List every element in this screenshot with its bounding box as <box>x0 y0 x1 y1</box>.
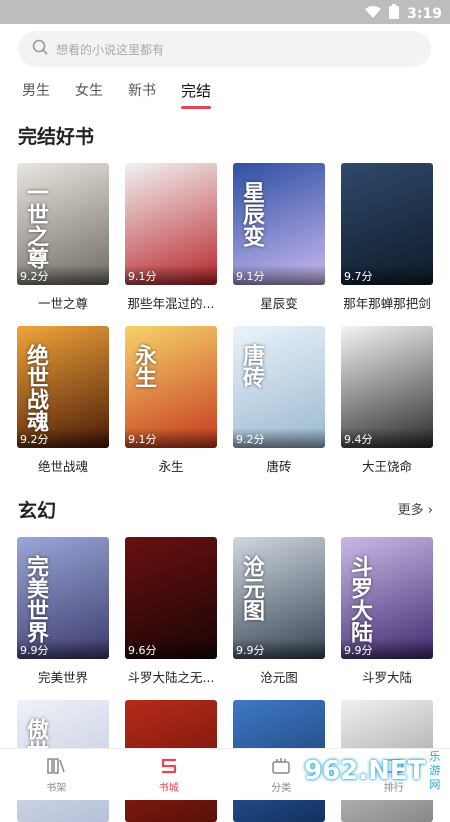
cover-title: 星辰变 <box>239 181 263 247</box>
cover-title: 沧元图 <box>239 555 263 621</box>
book-score: 9.1分 <box>125 265 217 285</box>
book-title: 绝世战魂 <box>17 456 109 475</box>
book-score: 9.2分 <box>233 428 325 448</box>
nav-bookshelf-label: 书架 <box>46 779 66 794</box>
watermark-sub: 乐游网 <box>429 750 442 792</box>
book-item[interactable]: 唐砖9.2分唐砖 <box>233 326 325 475</box>
book-title: 斗罗大陆 <box>341 667 433 686</box>
book-cover: 9.1分 <box>125 163 217 285</box>
book-item[interactable]: 斗罗大陆9.9分斗罗大陆 <box>341 537 433 686</box>
book-score: 9.2分 <box>17 265 109 285</box>
book-score: 9.9分 <box>233 639 325 659</box>
tab-female[interactable]: 女生 <box>75 80 103 109</box>
book-item[interactable]: 完美世界9.9分完美世界 <box>17 537 109 686</box>
nav-category-label: 分类 <box>271 779 291 794</box>
book-title: 星辰变 <box>233 293 325 312</box>
book-cover: 绝世战魂9.2分 <box>17 326 109 448</box>
book-item[interactable]: 9.7分那年那蝉那把剑 <box>341 163 433 312</box>
nav-bookstore-label: 书城 <box>159 779 179 794</box>
cover-title: 唐砖 <box>239 344 263 388</box>
book-score: 9.2分 <box>17 428 109 448</box>
book-cover: 唐砖 9.2分 <box>233 326 325 448</box>
chevron-right-icon: › <box>428 503 433 518</box>
watermark-logo: 962.NET <box>304 756 425 786</box>
book-title: 完美世界 <box>17 667 109 686</box>
book-item[interactable]: 绝世战魂9.2分绝世战魂 <box>17 326 109 475</box>
nav-bookstore[interactable]: 书城 <box>113 749 226 800</box>
section-title-xuanhuan: 玄幻 <box>18 496 56 523</box>
book-grid-finished: 一世之尊9.2分一世之尊9.1分那些年混过的...星辰变9.1分星辰变9.7分那… <box>17 163 433 475</box>
wifi-icon <box>365 6 381 22</box>
book-cover: 沧元图 9.9分 <box>233 537 325 659</box>
book-item[interactable]: 9.4分大王饶命 <box>341 326 433 475</box>
cover-title: 斗罗大陆 <box>347 555 371 643</box>
book-item[interactable]: 9.1分那些年混过的... <box>125 163 217 312</box>
book-title: 那些年混过的... <box>125 293 217 312</box>
category-icon <box>270 756 292 776</box>
battery-icon <box>389 4 399 23</box>
section-title-finished: 完结好书 <box>18 122 94 149</box>
book-cover: 斗罗大陆9.9分 <box>341 537 433 659</box>
book-item[interactable]: 沧元图9.9分沧元图 <box>233 537 325 686</box>
more-label: 更多 <box>398 503 424 518</box>
book-title: 那年那蝉那把剑 <box>341 293 433 312</box>
status-time: 3:19 <box>407 6 442 22</box>
book-item[interactable]: 星辰变9.1分星辰变 <box>233 163 325 312</box>
book-title: 唐砖 <box>233 456 325 475</box>
book-cover: 一世之尊9.2分 <box>17 163 109 285</box>
book-title: 大王饶命 <box>341 456 433 475</box>
book-item[interactable]: 一世之尊9.2分一世之尊 <box>17 163 109 312</box>
search-bar[interactable]: 想看的小说这里都有 <box>18 31 431 67</box>
book-cover: 9.4分 <box>341 326 433 448</box>
watermark: 962.NET 乐游网 <box>304 748 442 794</box>
book-title: 斗罗大陆之无... <box>125 667 217 686</box>
book-cover: 完美世界9.9分 <box>17 537 109 659</box>
cover-title: 完美世界 <box>23 555 47 643</box>
book-score: 9.4分 <box>341 428 433 448</box>
book-item[interactable]: 永生9.1分永生 <box>125 326 217 475</box>
bookstore-icon <box>158 756 180 776</box>
tab-finished[interactable]: 完结 <box>181 80 211 109</box>
tab-new[interactable]: 新书 <box>128 80 156 109</box>
book-score: 9.7分 <box>341 265 433 285</box>
book-cover: 星辰变 9.1分 <box>233 163 325 285</box>
cover-title: 绝世战魂 <box>23 344 47 432</box>
book-cover: 永生 9.1分 <box>125 326 217 448</box>
cover-title: 一世之尊 <box>23 181 47 269</box>
search-icon <box>32 39 48 59</box>
book-cover: 9.7分 <box>341 163 433 285</box>
tab-male[interactable]: 男生 <box>22 80 50 109</box>
book-score: 9.1分 <box>233 265 325 285</box>
book-score: 9.9分 <box>17 639 109 659</box>
book-cover: 9.6分 <box>125 537 217 659</box>
book-score: 9.9分 <box>341 639 433 659</box>
book-title: 永生 <box>125 456 217 475</box>
more-link[interactable]: 更多 › <box>398 499 433 518</box>
cover-title: 永生 <box>131 344 155 388</box>
book-score: 9.1分 <box>125 428 217 448</box>
search-placeholder: 想看的小说这里都有 <box>56 41 164 58</box>
book-title: 沧元图 <box>233 667 325 686</box>
book-score: 9.6分 <box>125 639 217 659</box>
category-tabs: 男生 女生 新书 完结 <box>22 80 211 109</box>
book-title: 一世之尊 <box>17 293 109 312</box>
book-item[interactable]: 9.6分斗罗大陆之无... <box>125 537 217 686</box>
bookshelf-icon <box>45 756 67 776</box>
nav-bookshelf[interactable]: 书架 <box>0 749 113 800</box>
status-bar: 3:19 <box>0 0 450 24</box>
